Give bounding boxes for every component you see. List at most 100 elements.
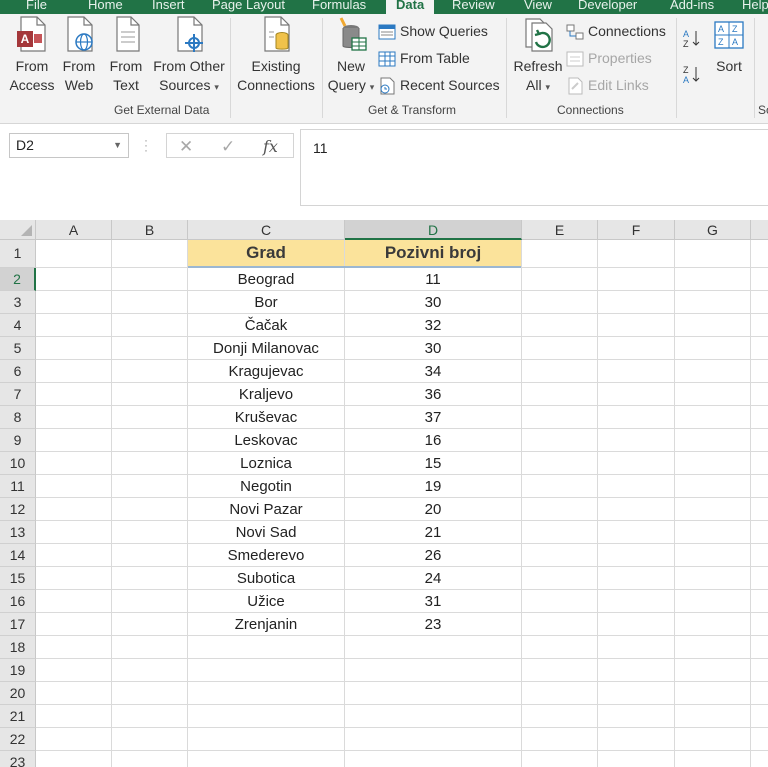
row-header[interactable]: 11: [0, 475, 36, 498]
row-header[interactable]: 10: [0, 452, 36, 475]
row-header[interactable]: 23: [0, 751, 36, 767]
cell-grad[interactable]: Kraljevo: [188, 383, 344, 406]
select-all-button[interactable]: [0, 220, 36, 240]
recent-sources-button[interactable]: Recent Sources: [378, 74, 500, 96]
cell-grad[interactable]: Leskovac: [188, 429, 344, 452]
cell-pozivni-broj[interactable]: 24: [345, 567, 521, 590]
cell-grad[interactable]: Novi Sad: [188, 521, 344, 544]
tab-home[interactable]: Home: [88, 0, 123, 14]
cell-grad[interactable]: Smederevo: [188, 544, 344, 567]
row-header[interactable]: 9: [0, 429, 36, 452]
row-header[interactable]: 21: [0, 705, 36, 728]
tab-view[interactable]: View: [524, 0, 552, 14]
tab-add-ins[interactable]: Add-ins: [670, 0, 714, 14]
cell-grad[interactable]: Bor: [188, 291, 344, 314]
row-header[interactable]: 6: [0, 360, 36, 383]
cell-pozivni-broj[interactable]: 31: [345, 590, 521, 613]
formula-input[interactable]: 11: [300, 129, 768, 206]
column-header-b[interactable]: B: [112, 220, 188, 240]
chevron-down-icon[interactable]: ▼: [113, 134, 122, 157]
row-header[interactable]: 16: [0, 590, 36, 613]
row-header[interactable]: 12: [0, 498, 36, 521]
tab-developer[interactable]: Developer: [578, 0, 637, 14]
sort-a-to-z-button[interactable]: A Z: [682, 28, 702, 49]
cell-pozivni-broj[interactable]: 26: [345, 544, 521, 567]
from-access-button[interactable]: A From Access: [8, 14, 56, 95]
row-header[interactable]: 14: [0, 544, 36, 567]
table-header-grad[interactable]: Grad: [188, 240, 344, 266]
column-header-f[interactable]: F: [598, 220, 675, 240]
from-other-sources-button[interactable]: From Other Sources ▾: [150, 14, 228, 97]
cell-pozivni-broj[interactable]: 15: [345, 452, 521, 475]
cell-grad[interactable]: Beograd: [188, 268, 344, 291]
group-label-sort-filter: Sort & Filter: [758, 103, 768, 117]
column-header-e[interactable]: E: [522, 220, 598, 240]
cell-grad[interactable]: Donji Milanovac: [188, 337, 344, 360]
cell-pozivni-broj[interactable]: 23: [345, 613, 521, 636]
column-header-a[interactable]: A: [36, 220, 112, 240]
row-header[interactable]: 18: [0, 636, 36, 659]
existing-connections-button[interactable]: Existing Connections: [234, 14, 318, 95]
column-header-d[interactable]: D: [345, 220, 522, 240]
cell-pozivni-broj[interactable]: 30: [345, 337, 521, 360]
tab-formulas[interactable]: Formulas: [312, 0, 366, 14]
cell-pozivni-broj[interactable]: 37: [345, 406, 521, 429]
row-header[interactable]: 15: [0, 567, 36, 590]
row-header[interactable]: 1: [0, 240, 36, 268]
row-header[interactable]: 8: [0, 406, 36, 429]
enter-icon[interactable]: ✓: [221, 134, 235, 159]
row-header[interactable]: 22: [0, 728, 36, 751]
cell-grad[interactable]: Čačak: [188, 314, 344, 337]
row-header[interactable]: 20: [0, 682, 36, 705]
row-header[interactable]: 19: [0, 659, 36, 682]
sort-z-to-a-button[interactable]: Z A: [682, 64, 702, 85]
row-header[interactable]: 4: [0, 314, 36, 337]
row-header[interactable]: 2: [0, 268, 36, 291]
cell-pozivni-broj[interactable]: 32: [345, 314, 521, 337]
cell-pozivni-broj[interactable]: 36: [345, 383, 521, 406]
tab-data[interactable]: Data: [386, 0, 435, 14]
from-table-button[interactable]: From Table: [378, 47, 470, 69]
cell-pozivni-broj[interactable]: 21: [345, 521, 521, 544]
row-header[interactable]: 7: [0, 383, 36, 406]
new-query-button[interactable]: New Query ▾: [326, 14, 376, 97]
cell-pozivni-broj[interactable]: 30: [345, 291, 521, 314]
tab-review[interactable]: Review: [452, 0, 495, 14]
cell-grad[interactable]: Užice: [188, 590, 344, 613]
from-web-button[interactable]: From Web: [58, 14, 100, 95]
cell-grad[interactable]: Novi Pazar: [188, 498, 344, 521]
row-header[interactable]: 13: [0, 521, 36, 544]
cell-grad[interactable]: Kragujevac: [188, 360, 344, 383]
column-header-g[interactable]: G: [675, 220, 751, 240]
cell-grad[interactable]: Kruševac: [188, 406, 344, 429]
worksheet-grid[interactable]: A B C D E F G 1 2 3 4 5 6 7 8 9 10 11 12 13 14 15 16 17 1…: [0, 220, 768, 767]
row-header[interactable]: 17: [0, 613, 36, 636]
cell-pozivni-broj[interactable]: 34: [345, 360, 521, 383]
column-header-c[interactable]: C: [188, 220, 345, 240]
cell-pozivni-broj[interactable]: 20: [345, 498, 521, 521]
tab-file[interactable]: File: [26, 0, 47, 14]
cell-grad[interactable]: Subotica: [188, 567, 344, 590]
cancel-icon[interactable]: ✕: [179, 134, 193, 159]
from-text-button[interactable]: From Text: [106, 14, 146, 95]
row-header[interactable]: 3: [0, 291, 36, 314]
tab-page-layout[interactable]: Page Layout: [212, 0, 285, 14]
insert-function-icon[interactable]: fx: [263, 134, 278, 159]
formula-bar-grip-icon[interactable]: · · ·: [144, 134, 148, 156]
connections-button[interactable]: Connections: [566, 20, 666, 42]
cell-pozivni-broj[interactable]: 11: [345, 268, 521, 291]
tab-help[interactable]: Help: [742, 0, 768, 14]
cell-grad[interactable]: Negotin: [188, 475, 344, 498]
cell-pozivni-broj[interactable]: 16: [345, 429, 521, 452]
table-header-pozivni-broj[interactable]: Pozivni broj: [345, 240, 521, 266]
cell-grad[interactable]: Zrenjanin: [188, 613, 344, 636]
tab-insert[interactable]: Insert: [152, 0, 185, 14]
column-header-h[interactable]: [751, 220, 768, 240]
cell-pozivni-broj[interactable]: 19: [345, 475, 521, 498]
name-box[interactable]: D2 ▼: [9, 133, 129, 158]
refresh-all-button[interactable]: Refresh All ▾: [510, 14, 566, 97]
show-queries-button[interactable]: Show Queries: [378, 20, 488, 42]
sort-button[interactable]: A Z Z A Sort: [708, 14, 750, 76]
cell-grad[interactable]: Loznica: [188, 452, 344, 475]
row-header[interactable]: 5: [0, 337, 36, 360]
